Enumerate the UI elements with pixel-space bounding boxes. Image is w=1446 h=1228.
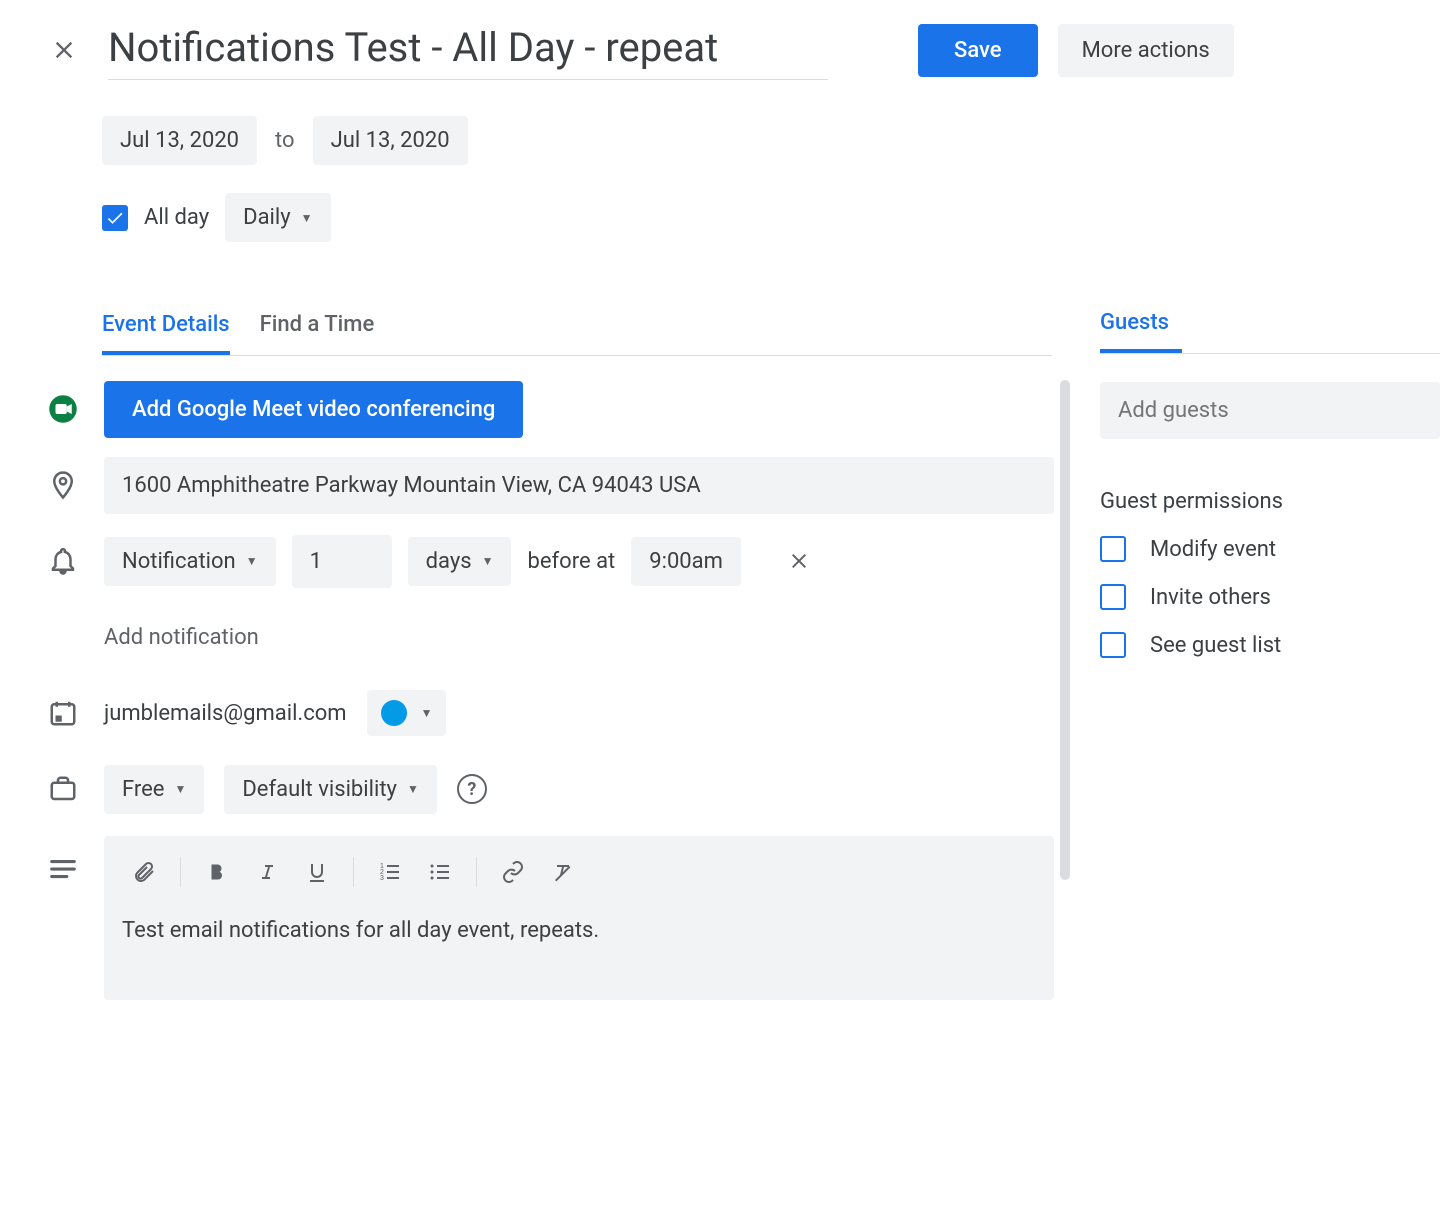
separator (180, 857, 181, 887)
all-day-checkbox[interactable] (102, 205, 128, 231)
save-button[interactable]: Save (918, 24, 1038, 77)
remove-notification-button[interactable] (777, 539, 821, 583)
add-meet-button[interactable]: Add Google Meet video conferencing (104, 381, 523, 438)
perm-invite-label: Invite others (1150, 585, 1271, 610)
scrollbar[interactable] (1060, 380, 1070, 880)
notification-time-dropdown[interactable]: 9:00am (631, 537, 741, 586)
tab-guests[interactable]: Guests (1100, 310, 1182, 353)
perm-see-checkbox[interactable] (1100, 632, 1126, 658)
event-title-input[interactable] (108, 20, 828, 80)
svg-text:3: 3 (380, 875, 384, 882)
all-day-label: All day (144, 205, 209, 230)
description-textarea[interactable] (104, 908, 1054, 996)
tab-event-details[interactable]: Event Details (102, 312, 230, 355)
tab-find-a-time[interactable]: Find a Time (260, 312, 375, 355)
numbered-list-button[interactable]: 123 (368, 850, 412, 894)
separator (476, 857, 477, 887)
recurrence-value: Daily (243, 205, 291, 230)
description-icon (48, 854, 78, 884)
close-icon (787, 549, 811, 573)
bold-button[interactable] (195, 850, 239, 894)
underline-icon (305, 860, 329, 884)
check-icon (105, 208, 125, 228)
paperclip-icon (132, 860, 156, 884)
chevron-down-icon: ▼ (301, 211, 313, 225)
link-button[interactable] (491, 850, 535, 894)
chevron-down-icon: ▼ (482, 554, 494, 568)
bulleted-list-icon (428, 860, 452, 884)
perm-modify-label: Modify event (1150, 537, 1276, 562)
visibility-dropdown[interactable]: Default visibility ▼ (224, 765, 436, 814)
bold-icon (205, 860, 229, 884)
attach-button[interactable] (122, 850, 166, 894)
bell-icon (48, 546, 78, 576)
perm-modify-checkbox[interactable] (1100, 536, 1126, 562)
perm-see-label: See guest list (1150, 633, 1281, 658)
add-notification-button[interactable]: Add notification (104, 617, 259, 658)
clear-format-icon (551, 860, 575, 884)
italic-icon (255, 860, 279, 884)
more-actions-button[interactable]: More actions (1058, 24, 1234, 77)
calendar-owner-label: jumblemails@gmail.com (104, 701, 347, 726)
location-icon (48, 470, 78, 500)
chevron-down-icon: ▼ (174, 782, 186, 796)
chevron-down-icon: ▼ (421, 706, 433, 720)
notification-count-input[interactable] (292, 535, 392, 588)
recurrence-dropdown[interactable]: Daily ▼ (225, 193, 330, 242)
clear-formatting-button[interactable] (541, 850, 585, 894)
separator (353, 857, 354, 887)
perm-invite-checkbox[interactable] (1100, 584, 1126, 610)
notification-type-dropdown[interactable]: Notification ▼ (104, 537, 276, 586)
close-icon (50, 36, 78, 64)
availability-value: Free (122, 777, 164, 802)
description-editor: 123 (104, 836, 1054, 1000)
start-date-chip[interactable]: Jul 13, 2020 (102, 116, 257, 165)
help-icon[interactable]: ? (457, 774, 487, 804)
underline-button[interactable] (295, 850, 339, 894)
to-label: to (269, 128, 301, 153)
chevron-down-icon: ▼ (246, 554, 258, 568)
location-input[interactable] (104, 457, 1054, 514)
close-button[interactable] (40, 26, 88, 74)
before-at-label: before at (527, 549, 615, 574)
chevron-down-icon: ▼ (407, 782, 419, 796)
italic-button[interactable] (245, 850, 289, 894)
numbered-list-icon: 123 (378, 860, 402, 884)
end-date-chip[interactable]: Jul 13, 2020 (313, 116, 468, 165)
calendar-icon (48, 698, 78, 728)
link-icon (501, 860, 525, 884)
meet-icon (48, 394, 78, 424)
notification-type-value: Notification (122, 549, 236, 574)
color-swatch (381, 700, 407, 726)
add-guests-input[interactable] (1100, 382, 1440, 439)
guest-permissions-title: Guest permissions (1100, 489, 1440, 514)
visibility-value: Default visibility (242, 777, 397, 802)
availability-dropdown[interactable]: Free ▼ (104, 765, 204, 814)
notification-unit-value: days (426, 549, 472, 574)
bulleted-list-button[interactable] (418, 850, 462, 894)
notification-unit-dropdown[interactable]: days ▼ (408, 537, 512, 586)
briefcase-icon (48, 774, 78, 804)
calendar-color-dropdown[interactable]: ▼ (367, 690, 447, 736)
